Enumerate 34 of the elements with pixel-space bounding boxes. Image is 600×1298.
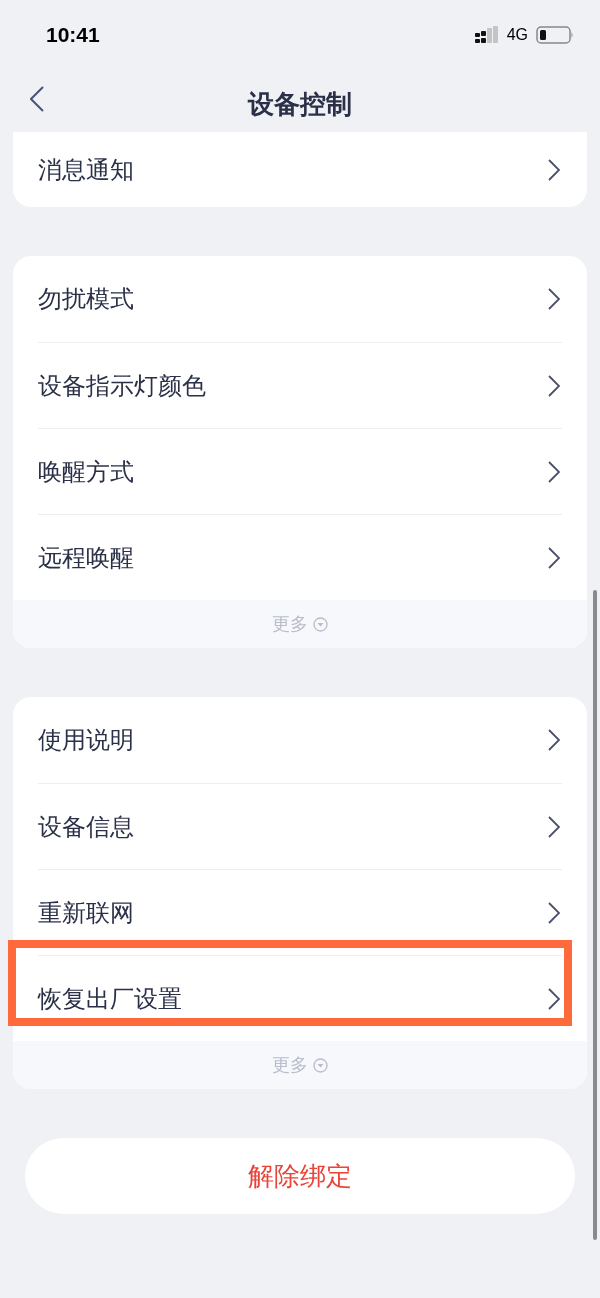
item-label: 恢复出厂设置 [38,983,182,1014]
page-title: 设备控制 [248,87,352,121]
item-label: 设备信息 [38,811,134,842]
item-label: 勿扰模式 [38,284,134,314]
item-label: 重新联网 [38,897,134,928]
unbind-button[interactable]: 解除绑定 [25,1138,575,1214]
settings-item[interactable]: 设备信息 [38,783,562,869]
chevron-right-icon [548,288,560,310]
network-type: 4G [506,25,528,45]
chevron-right-icon [548,546,560,569]
settings-item[interactable]: 重新联网 [38,869,562,955]
chevron-right-icon [548,815,560,838]
chevron-right-icon [548,374,560,397]
item-label: 远程唤醒 [38,542,134,573]
chevron-right-icon [548,158,560,181]
settings-item[interactable]: 使用说明 [38,697,562,783]
status-time: 10:41 [46,22,100,49]
item-label: 设备指示灯颜色 [38,370,206,401]
battery-icon [536,26,574,44]
signal-icon [474,26,499,44]
item-label: 唤醒方式 [38,456,134,487]
settings-item[interactable]: 勿扰模式 [38,256,562,342]
item-label: 使用说明 [38,725,134,755]
chevron-right-icon [548,901,560,924]
back-icon [30,86,44,112]
expand-icon [313,1057,328,1073]
item-label: 消息通知 [38,154,134,185]
settings-item[interactable]: 设备指示灯颜色 [38,342,562,428]
settings-item[interactable]: 消息通知 [38,132,562,207]
chevron-right-icon [548,460,560,483]
chevron-right-icon [548,729,560,751]
expand-icon [313,616,328,632]
settings-item[interactable]: 唤醒方式 [38,428,562,514]
chevron-right-icon [548,987,560,1010]
